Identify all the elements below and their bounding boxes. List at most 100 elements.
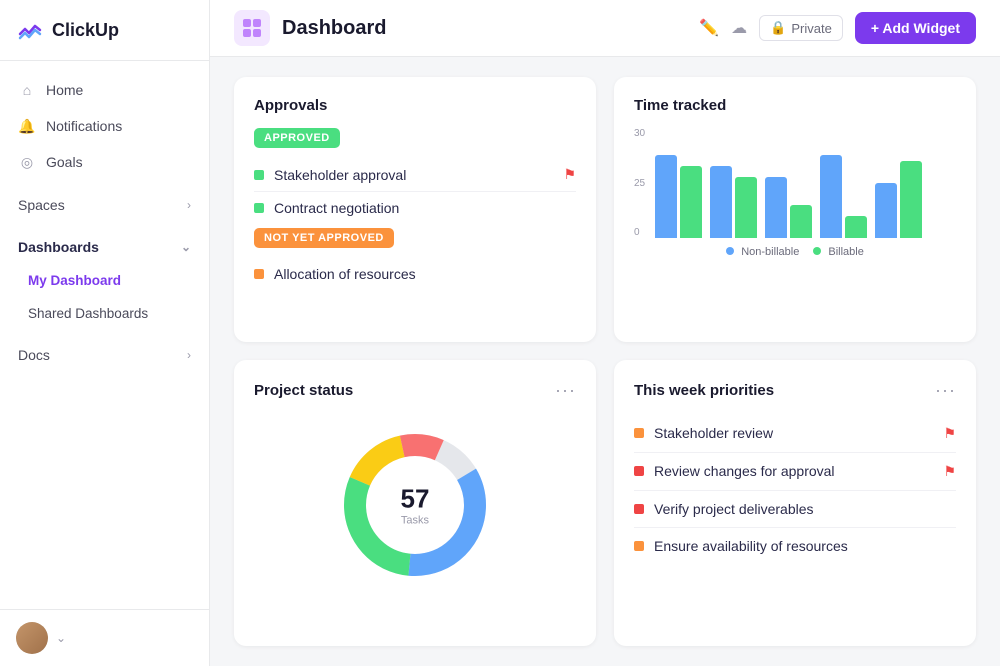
donut-container: 57 Tasks bbox=[254, 415, 576, 595]
priority-label-3: Ensure availability of resources bbox=[654, 538, 848, 554]
main-content: Dashboard ✏️ ☁ 🔒 Private + Add Widget Ap… bbox=[210, 0, 1000, 666]
logo-area: ClickUp bbox=[0, 0, 209, 61]
bar-group-1 bbox=[655, 155, 702, 238]
bar-blue-3 bbox=[765, 177, 787, 238]
sidebar-item-notifications[interactable]: 🔔 Notifications bbox=[8, 109, 201, 143]
approval-item-contract: Contract negotiation bbox=[254, 192, 576, 224]
home-icon: ⌂ bbox=[18, 81, 36, 99]
sidebar-item-notifications-label: Notifications bbox=[46, 118, 122, 134]
priority-dot-2 bbox=[634, 504, 644, 514]
approvals-pending-list: Allocation of resources bbox=[254, 258, 576, 290]
priorities-list: Stakeholder review ⚑ Review changes for … bbox=[634, 415, 956, 564]
priorities-more-button[interactable]: ··· bbox=[935, 380, 956, 401]
approvals-card: Approvals APPROVED Stakeholder approval … bbox=[234, 77, 596, 342]
bar-blue-4 bbox=[820, 155, 842, 238]
user-avatar[interactable] bbox=[16, 622, 48, 654]
logo-text: ClickUp bbox=[52, 20, 119, 41]
bell-icon: 🔔 bbox=[18, 117, 36, 135]
bar-group-4 bbox=[820, 155, 867, 238]
y-label-30: 30 bbox=[634, 128, 645, 139]
approval-item-allocation: Allocation of resources bbox=[254, 258, 576, 290]
sidebar-item-goals-label: Goals bbox=[46, 154, 83, 170]
privacy-badge[interactable]: 🔒 Private bbox=[759, 15, 843, 41]
approvals-approved-list: Stakeholder approval ⚑ Contract negotiat… bbox=[254, 158, 576, 224]
sidebar-item-shared-dashboards[interactable]: Shared Dashboards bbox=[8, 298, 201, 329]
edit-icon[interactable]: ✏️ bbox=[699, 18, 719, 38]
sidebar-shared-label: Shared Dashboards bbox=[28, 306, 148, 321]
green-dot-1 bbox=[254, 170, 264, 180]
sidebar-item-dashboards[interactable]: Dashboards ⌄ bbox=[8, 231, 201, 263]
priority-label-1: Review changes for approval bbox=[654, 463, 835, 479]
priority-item-0: Stakeholder review ⚑ bbox=[634, 415, 956, 453]
spaces-chevron-icon: › bbox=[187, 198, 191, 212]
priority-item-3: Ensure availability of resources bbox=[634, 528, 956, 564]
dashboard-grid: Approvals APPROVED Stakeholder approval … bbox=[210, 57, 1000, 666]
lock-icon: 🔒 bbox=[770, 20, 786, 36]
priorities-card: This week priorities ··· Stakeholder rev… bbox=[614, 360, 976, 647]
sidebar-bottom: ⌄ bbox=[0, 609, 209, 666]
add-widget-button[interactable]: + Add Widget bbox=[855, 12, 976, 44]
privacy-label: Private bbox=[791, 21, 831, 36]
docs-section: Docs › bbox=[8, 339, 201, 371]
priority-dot-3 bbox=[634, 541, 644, 551]
legend-billable: Billable bbox=[813, 246, 864, 258]
legend-non-billable: Non-billable bbox=[726, 246, 799, 258]
time-tracked-title: Time tracked bbox=[634, 97, 956, 114]
sidebar-item-goals[interactable]: ◎ Goals bbox=[8, 145, 201, 179]
approval-item-stakeholder: Stakeholder approval ⚑ bbox=[254, 158, 576, 192]
sidebar: ClickUp ⌂ Home 🔔 Notifications ◎ Goals S… bbox=[0, 0, 210, 666]
bar-group-3 bbox=[765, 177, 812, 238]
sidebar-item-docs[interactable]: Docs › bbox=[8, 339, 201, 371]
spaces-section: Spaces › bbox=[8, 189, 201, 221]
approvals-title: Approvals bbox=[254, 97, 576, 114]
donut-chart: 57 Tasks bbox=[335, 425, 495, 585]
sidebar-item-my-dashboard[interactable]: My Dashboard bbox=[8, 265, 201, 296]
project-status-header: Project status ··· bbox=[254, 380, 576, 401]
project-status-title: Project status bbox=[254, 382, 353, 399]
avatar-image bbox=[16, 622, 48, 654]
orange-dot-1 bbox=[254, 269, 264, 279]
approved-badge: APPROVED bbox=[254, 128, 340, 148]
approval-label-allocation: Allocation of resources bbox=[274, 266, 416, 282]
page-title: Dashboard bbox=[282, 17, 687, 40]
topbar: Dashboard ✏️ ☁ 🔒 Private + Add Widget bbox=[210, 0, 1000, 57]
bar-group-2 bbox=[710, 166, 757, 238]
sidebar-spaces-label: Spaces bbox=[18, 197, 65, 213]
bar-groups bbox=[655, 128, 922, 238]
bar-blue-5 bbox=[875, 183, 897, 238]
priorities-header: This week priorities ··· bbox=[634, 380, 956, 401]
priority-dot-1 bbox=[634, 466, 644, 476]
priority-item-1: Review changes for approval ⚑ bbox=[634, 453, 956, 491]
donut-count: 57 bbox=[401, 483, 430, 514]
not-approved-badge: NOT YET APPROVED bbox=[254, 228, 394, 248]
sidebar-item-home[interactable]: ⌂ Home bbox=[8, 73, 201, 107]
dashboard-icon bbox=[234, 10, 270, 46]
sidebar-my-dashboard-label: My Dashboard bbox=[28, 273, 121, 288]
legend-dot-green bbox=[813, 247, 821, 255]
priority-item-2: Verify project deliverables bbox=[634, 491, 956, 528]
approval-label-stakeholder: Stakeholder approval bbox=[274, 167, 406, 183]
sidebar-item-spaces[interactable]: Spaces › bbox=[8, 189, 201, 221]
dashboards-section: Dashboards ⌄ My Dashboard Shared Dashboa… bbox=[8, 231, 201, 329]
project-status-more-button[interactable]: ··· bbox=[555, 380, 576, 401]
chart-area: 30 25 0 bbox=[634, 128, 956, 238]
priority-label-0: Stakeholder review bbox=[654, 425, 773, 441]
docs-chevron-icon: › bbox=[187, 348, 191, 362]
donut-center: 57 Tasks bbox=[401, 483, 430, 526]
sidebar-docs-label: Docs bbox=[18, 347, 50, 363]
bar-green-4 bbox=[845, 216, 867, 238]
priority-dot-0 bbox=[634, 428, 644, 438]
flag-icon-1: ⚑ bbox=[563, 166, 576, 183]
donut-label: Tasks bbox=[401, 514, 430, 526]
y-axis: 30 25 0 bbox=[634, 128, 645, 238]
share-icon[interactable]: ☁ bbox=[731, 18, 747, 38]
bar-green-2 bbox=[735, 177, 757, 238]
chart-legend: Non-billable Billable bbox=[634, 246, 956, 258]
priority-flag-0: ⚑ bbox=[943, 425, 956, 442]
approval-label-contract: Contract negotiation bbox=[274, 200, 399, 216]
bar-blue-1 bbox=[655, 155, 677, 238]
bar-group-5 bbox=[875, 161, 922, 238]
time-tracked-card: Time tracked 30 25 0 bbox=[614, 77, 976, 342]
project-status-card: Project status ··· bbox=[234, 360, 596, 647]
legend-billable-label: Billable bbox=[828, 246, 863, 258]
